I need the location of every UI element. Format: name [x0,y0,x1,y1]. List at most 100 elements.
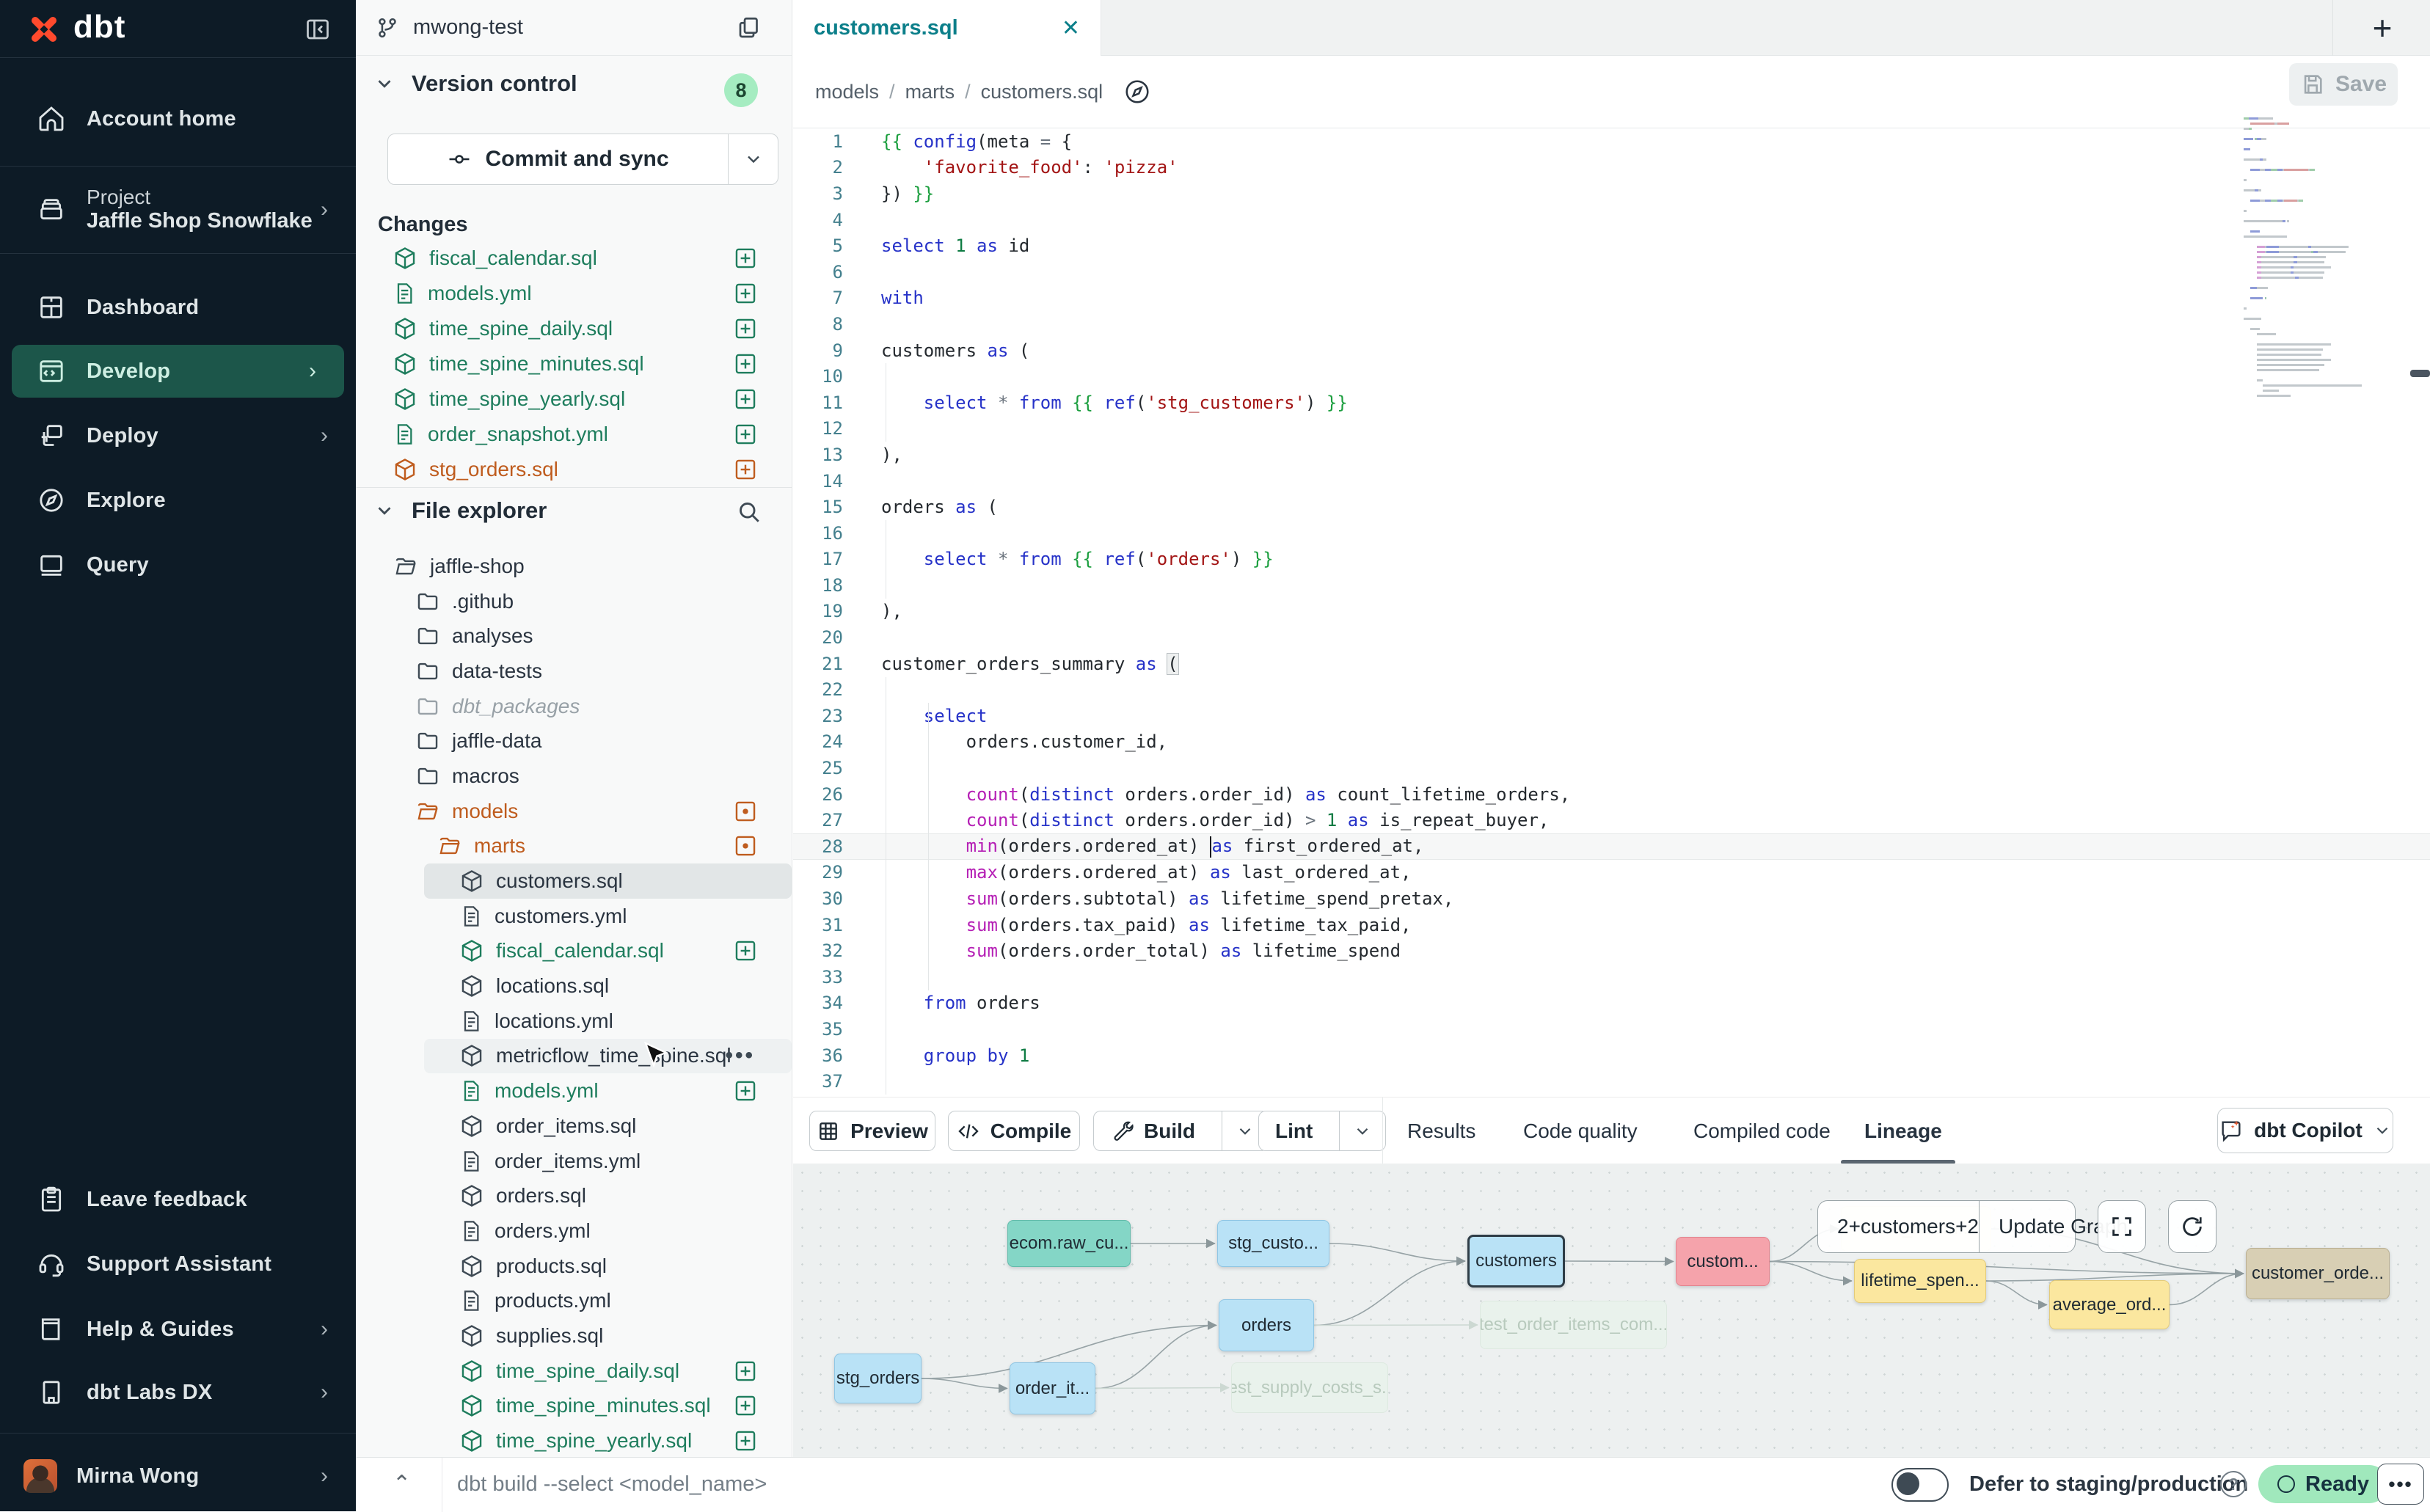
tree-item-customers-yml[interactable]: customers.yml [356,899,792,934]
tab-customers-sql[interactable]: customers.sql ✕ [793,0,1101,56]
code-line-14[interactable]: 14 [793,468,2430,494]
sidebar-item-query[interactable]: Query [0,538,356,591]
code-line-9[interactable]: 9customers as ( [793,337,2430,364]
code-line-33[interactable]: 33 [793,964,2430,990]
code-line-22[interactable]: 22 [793,676,2430,703]
code-line-32[interactable]: 32 sum(orders.order_total) as lifetime_s… [793,938,2430,964]
code-line-15[interactable]: 15orders as ( [793,494,2430,520]
code-line-27[interactable]: 27 count(distinct orders.order_id) > 1 a… [793,807,2430,833]
tab-results[interactable]: Results [1407,1098,1475,1164]
sidebar-item-account-home[interactable]: Account home [0,72,356,166]
code-line-20[interactable]: 20 [793,624,2430,651]
explore-lineage-icon[interactable] [1123,78,1151,106]
search-icon[interactable] [736,499,762,525]
lineage-node-avg[interactable]: average_ord... [2049,1280,2170,1329]
tree-item-time-spine-yearly-sql[interactable]: time_spine_yearly.sql [356,1423,792,1457]
help-icon[interactable]: ? [2220,1471,2247,1497]
chevron-up-icon[interactable]: ⌃ [393,1471,411,1497]
file-menu-button[interactable]: ••• [725,1043,755,1068]
change-row[interactable]: fiscal_calendar.sql [356,241,792,276]
build-button[interactable]: Build [1093,1111,1269,1151]
sidebar-item-dbt-labs-dx[interactable]: dbt Labs DX › [0,1366,356,1419]
change-row[interactable]: stg_orders.sql [356,452,792,487]
code-line-5[interactable]: 5select 1 as id [793,233,2430,259]
code-line-12[interactable]: 12 [793,416,2430,442]
code-editor[interactable]: 1{{ config(meta = {2 'favorite_food': 'p… [793,128,2430,1097]
stage-file-button[interactable] [733,1393,758,1418]
code-line-2[interactable]: 2 'favorite_food': 'pizza' [793,155,2430,181]
sidebar-item-explore[interactable]: Explore [0,474,356,527]
change-row[interactable]: time_spine_daily.sql [356,311,792,346]
dbt-copilot-button[interactable]: dbt Copilot [2217,1108,2393,1153]
code-line-16[interactable]: 16 [793,520,2430,547]
code-line-19[interactable]: 19), [793,599,2430,625]
code-line-31[interactable]: 31 sum(orders.tax_paid) as lifetime_tax_… [793,912,2430,938]
tree-item-customers-sql[interactable]: customers.sql [424,863,792,899]
code-line-24[interactable]: 24 orders.customer_id, [793,729,2430,756]
tree-item-orders-yml[interactable]: orders.yml [356,1213,792,1249]
tree-item-analyses[interactable]: analyses [356,618,792,654]
sidebar-item-deploy[interactable]: Deploy › [0,409,356,462]
version-control-header[interactable]: Version control [373,70,577,97]
tree-item-locations-sql[interactable]: locations.sql [356,968,792,1004]
stage-file-button[interactable] [733,938,758,963]
lint-button[interactable]: Lint [1258,1111,1386,1151]
sidebar-item-help-guides[interactable]: Help & Guides › [0,1303,356,1356]
lineage-node-raw[interactable]: ecom.raw_cu... [1007,1220,1131,1267]
lineage-node-life[interactable]: lifetime_spen... [1854,1259,1986,1303]
scrollbar-thumb[interactable] [2410,370,2430,377]
stage-file-button[interactable] [733,316,758,341]
sidebar-item-develop[interactable]: Develop › [12,345,344,398]
tree-item-time-spine-minutes-sql[interactable]: time_spine_minutes.sql [356,1389,792,1424]
change-row[interactable]: time_spine_minutes.sql [356,346,792,381]
tree-item-marts[interactable]: marts [356,829,792,864]
collapse-sidebar-icon[interactable] [304,16,331,43]
close-tab-icon[interactable]: ✕ [1062,15,1080,41]
lineage-node-stgo[interactable]: stg_orders [834,1354,922,1403]
stage-file-button[interactable] [733,1359,758,1384]
code-line-34[interactable]: 34 from orders [793,990,2430,1017]
tab-compiled-code[interactable]: Compiled code [1693,1098,1831,1164]
tree-item-models-yml[interactable]: models.yml [356,1073,792,1109]
code-line-3[interactable]: 3}) }} [793,180,2430,207]
sidebar-item-dashboard[interactable]: Dashboard [0,281,356,334]
more-options-button[interactable]: ••• [2377,1464,2424,1505]
commit-and-sync-button[interactable]: Commit and sync [387,134,778,185]
change-row[interactable]: order_snapshot.yml [356,417,792,452]
tree-item-dbt-packages[interactable]: dbt_packages [356,689,792,724]
code-line-29[interactable]: 29 max(orders.ordered_at) as last_ordere… [793,860,2430,886]
lineage-node-torder[interactable]: test_order_items_com... [1480,1301,1667,1349]
tree-item-macros[interactable]: macros [356,759,792,794]
lineage-canvas[interactable]: ecom.raw_cu...stg_custo...orderscustomer… [793,1164,2430,1457]
code-line-23[interactable]: 23 select [793,703,2430,729]
tree-item-locations-yml[interactable]: locations.yml [356,1004,792,1039]
lint-options-dropdown[interactable] [1339,1111,1385,1150]
preview-button[interactable]: Preview [809,1111,935,1151]
tree-item-models[interactable]: models [356,794,792,829]
sidebar-item-leave-feedback[interactable]: Leave feedback [0,1173,356,1226]
sidebar-item-support-assistant[interactable]: Support Assistant [0,1238,356,1290]
fullscreen-button[interactable] [2098,1200,2146,1253]
code-line-21[interactable]: 21customer_orders_summary as ( [793,651,2430,677]
defer-toggle[interactable] [1891,1468,1949,1502]
code-line-25[interactable]: 25 [793,755,2430,781]
tab-code-quality[interactable]: Code quality [1523,1098,1638,1164]
stage-file-button[interactable] [733,351,758,376]
compile-button[interactable]: Compile [948,1111,1080,1151]
tree-item--github[interactable]: .github [356,584,792,619]
lineage-search-input[interactable]: 2+customers+2 [1818,1215,1979,1238]
tree-item-jaffle-data[interactable]: jaffle-data [356,723,792,759]
code-line-35[interactable]: 35 [793,1016,2430,1042]
tree-item-products-sql[interactable]: products.sql [356,1249,792,1284]
code-line-26[interactable]: 26 count(distinct orders.order_id) as co… [793,781,2430,808]
stage-file-button[interactable] [733,1078,758,1103]
tree-item-order-items-sql[interactable]: order_items.sql [356,1109,792,1144]
lineage-node-stgc[interactable]: stg_custo... [1217,1220,1329,1267]
tree-item-fiscal-calendar-sql[interactable]: fiscal_calendar.sql [356,934,792,969]
stage-file-button[interactable] [733,457,758,482]
tab-lineage[interactable]: Lineage [1864,1098,1942,1164]
sidebar-item-project[interactable]: Project Jaffle Shop Snowflake › [0,166,356,253]
code-line-10[interactable]: 10 [793,363,2430,390]
branch-name[interactable]: mwong-test [413,15,523,40]
code-line-18[interactable]: 18 [793,572,2430,599]
